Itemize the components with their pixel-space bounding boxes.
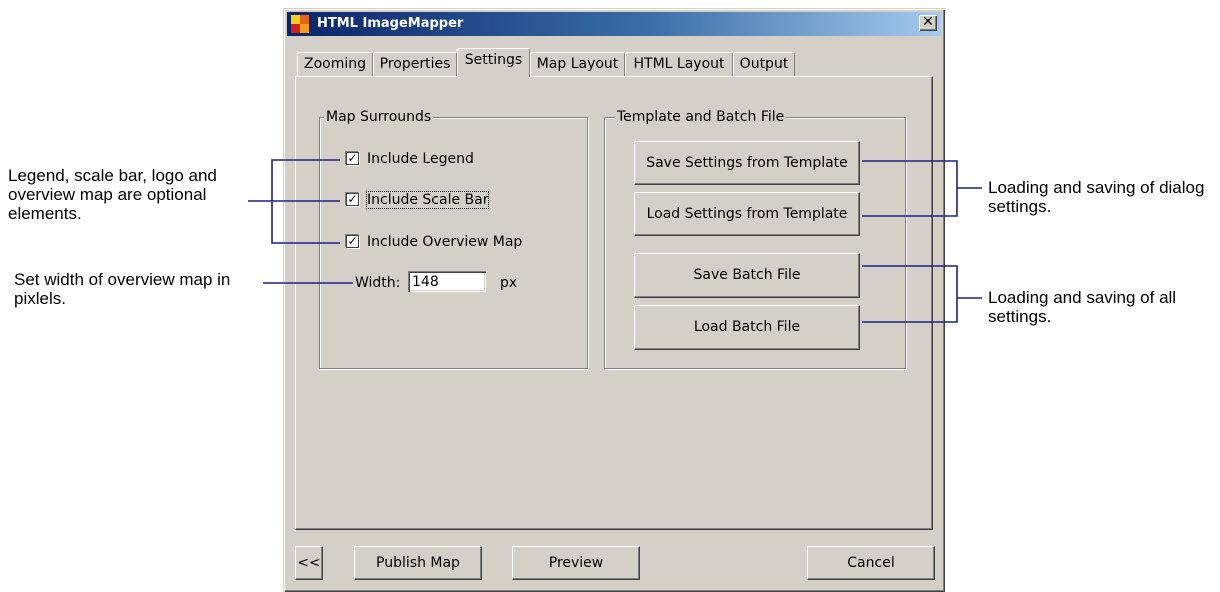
include-overview-map-label: Include Overview Map [367, 234, 523, 250]
width-label: Width: [355, 275, 401, 291]
imagemapper-app-icon [291, 15, 309, 33]
tab-output[interactable]: Output [733, 52, 795, 76]
include-scale-bar-label: Include Scale Bar [365, 191, 490, 209]
tab-label: HTML Layout [633, 56, 725, 72]
preview-button[interactable]: Preview [512, 546, 640, 580]
load-settings-template-button[interactable]: Load Settings from Template [634, 192, 860, 236]
template-batch-legend: Template and Batch File [615, 109, 787, 126]
checkmark-icon: ✓ [346, 151, 359, 165]
publish-map-button[interactable]: Publish Map [354, 546, 482, 580]
tab-label: Properties [379, 56, 451, 72]
width-unit-label: px [500, 275, 518, 291]
tab-zooming[interactable]: Zooming [297, 52, 373, 76]
save-batch-file-button[interactable]: Save Batch File [634, 253, 860, 298]
checkmark-icon: ✓ [346, 192, 359, 206]
back-button[interactable]: << [295, 546, 323, 580]
tab-label: Map Layout [536, 56, 619, 72]
annotation-optional-elements: Legend, scale bar, logo and overview map… [8, 166, 217, 223]
tab-label: Settings [464, 52, 523, 68]
tab-properties[interactable]: Properties [373, 52, 457, 76]
annotation-all-settings: Loading and saving of all settings. [988, 288, 1177, 326]
checkmark-icon: ✓ [346, 234, 359, 248]
include-legend-label: Include Legend [367, 151, 474, 167]
load-batch-file-button[interactable]: Load Batch File [634, 305, 860, 350]
tab-label: Zooming [303, 56, 366, 72]
window-title: HTML ImageMapper [317, 16, 464, 31]
tab-settings[interactable]: Settings [457, 48, 530, 77]
close-button[interactable]: ✕ [919, 15, 937, 31]
close-icon: ✕ [922, 14, 934, 30]
map-surrounds-legend: Map Surrounds [324, 109, 434, 126]
overview-width-input[interactable] [408, 271, 486, 292]
tab-label: Output [739, 56, 789, 72]
tab-map-layout[interactable]: Map Layout [530, 52, 625, 76]
annotation-overview-width: Set width of overview map in pixlels. [14, 270, 231, 308]
title-bar[interactable]: HTML ImageMapper ✕ [287, 12, 941, 36]
tab-html-layout[interactable]: HTML Layout [625, 52, 733, 76]
save-settings-template-button[interactable]: Save Settings from Template [634, 141, 860, 185]
annotation-dialog-settings: Loading and saving of dialog settings. [988, 178, 1205, 216]
cancel-button[interactable]: Cancel [807, 546, 935, 580]
